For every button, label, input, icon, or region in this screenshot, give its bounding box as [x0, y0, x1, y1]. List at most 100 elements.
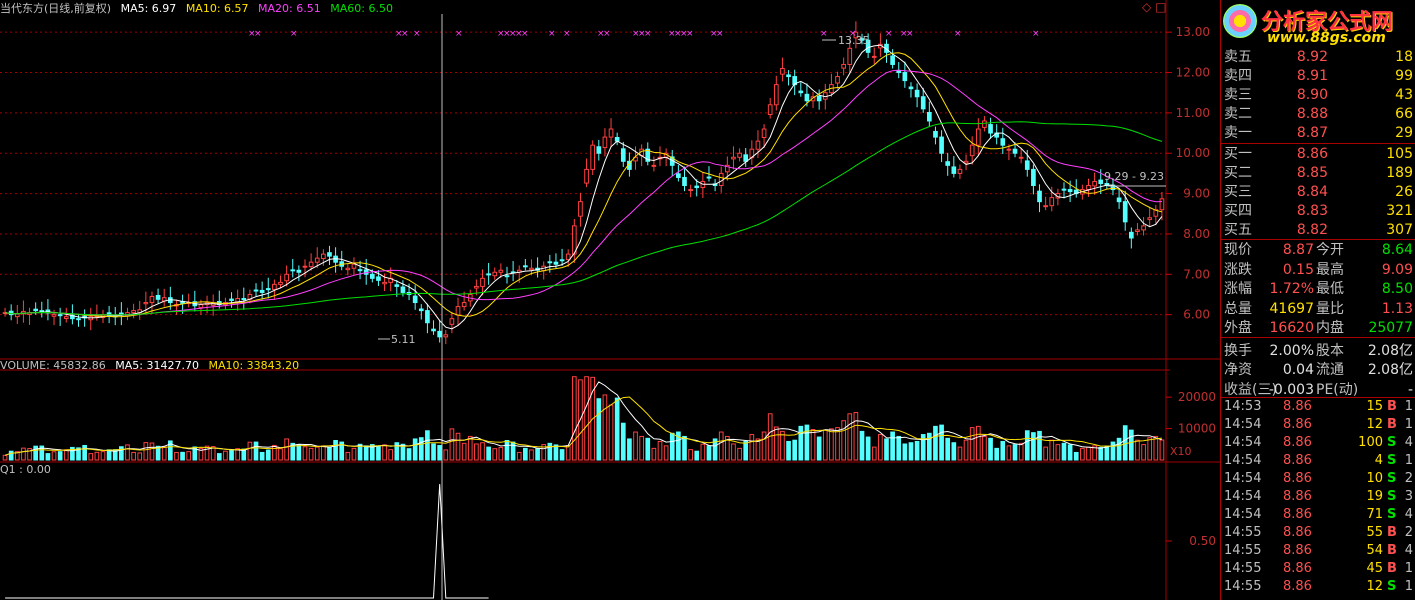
candle-body: [425, 310, 430, 324]
tick-count: 1: [1404, 453, 1413, 468]
bid-row[interactable]: 买一 8.86 105: [1221, 145, 1415, 164]
volume-bar: [645, 437, 651, 461]
tick-time: 14:55: [1224, 525, 1262, 540]
bid-row[interactable]: 买二 8.85 189: [1221, 164, 1415, 183]
main-legend: 当代东方(日线,前复权) MA5: 6.97 MA10: 6.57 MA20: …: [0, 0, 399, 16]
chart-canvas[interactable]: 13.00 12.00 11.00 10.00 9.00 8.00 7.00 6.00 × × × ×…: [0, 0, 1220, 600]
candle-body: [33, 308, 39, 312]
tick-row[interactable]: 14:55 8.86 54 B 4: [1221, 542, 1415, 560]
ask-price: 8.90: [1296, 87, 1328, 103]
volume-bar: [914, 440, 920, 461]
tick-count: 3: [1404, 489, 1413, 504]
candle-body: [461, 302, 467, 308]
candle-body: [376, 276, 381, 281]
bid-volume: 189: [1386, 165, 1413, 181]
volume-bar: [1086, 446, 1091, 461]
tick-price: 8.86: [1283, 399, 1312, 414]
ask-price: 8.92: [1296, 49, 1328, 65]
volume-tick-label: 20000: [1178, 390, 1216, 404]
volume-ma10: MA10: 33843.20: [208, 359, 300, 372]
volume-bar: [994, 447, 1000, 461]
candle-body: [914, 89, 920, 98]
tick-row[interactable]: 14:54 8.86 10 S 2: [1221, 470, 1415, 488]
price-tick-label: 11.00: [1176, 106, 1210, 120]
volume-bar: [1116, 437, 1122, 461]
ma10-line: [5, 52, 1163, 318]
volume-bar: [975, 425, 981, 461]
tick-price: 8.86: [1283, 579, 1312, 594]
restore-icon[interactable]: □: [1155, 0, 1166, 14]
tick-row[interactable]: 14:54 8.86 19 S 3: [1221, 488, 1415, 506]
bid-row[interactable]: 买三 8.84 26: [1221, 183, 1415, 202]
volume-bar: [982, 435, 987, 461]
ask-row[interactable]: 卖三 8.90 43: [1221, 86, 1415, 105]
volume-bar: [223, 450, 228, 461]
tick-volume: 4: [1374, 453, 1383, 468]
volume-bar: [1153, 435, 1159, 461]
volume-bar: [1024, 430, 1030, 461]
quote-label: 换手: [1224, 342, 1252, 359]
tick-count: 2: [1404, 471, 1413, 486]
volume-multiplier: X10: [1170, 445, 1192, 458]
candle-body: [155, 294, 161, 300]
bid-row[interactable]: 买四 8.83 321: [1221, 202, 1415, 221]
volume-bar: [119, 446, 124, 461]
ask-row[interactable]: 卖五 8.92 18: [1221, 48, 1415, 67]
volume-bar: [443, 449, 449, 461]
quote-value: 8.50: [1381, 281, 1413, 297]
tick-row[interactable]: 14:55 8.86 45 B 1: [1221, 560, 1415, 578]
tick-row[interactable]: 14:53 8.86 15 B 1: [1221, 398, 1415, 416]
ma20-line: [5, 69, 1162, 316]
volume-bar: [682, 435, 687, 461]
quote-value: 2.00%: [1269, 342, 1314, 359]
indicator-tick-label: 0.50: [1189, 534, 1216, 548]
divider: [1221, 397, 1415, 398]
ask-label: 卖四: [1224, 68, 1252, 84]
volume-bar: [865, 436, 871, 461]
candle-body: [969, 144, 975, 157]
quote-value: 9.09: [1381, 261, 1413, 278]
candle-body: [743, 154, 749, 162]
candle-body: [1000, 138, 1006, 146]
volume-bar: [1159, 439, 1165, 461]
tick-row[interactable]: 14:54 8.86 12 B 1: [1221, 416, 1415, 434]
candle-body: [1049, 197, 1055, 207]
ask-row[interactable]: 卖一 8.87 29: [1221, 124, 1415, 143]
candle-body: [63, 316, 69, 319]
candle-body: [682, 176, 687, 187]
volume-bar: [180, 451, 185, 461]
volume-bar: [1061, 442, 1067, 461]
volume-bar: [1067, 444, 1073, 461]
tick-row[interactable]: 14:54 8.86 71 S 4: [1221, 506, 1415, 524]
volume-bar: [829, 428, 834, 461]
volume-bar: [321, 445, 326, 461]
volume-bar: [627, 438, 632, 461]
diamond-icon[interactable]: ◇: [1142, 0, 1151, 14]
candle-body: [382, 281, 387, 285]
quote-row: 换手 2.00% 股本 2.08亿: [1221, 342, 1415, 362]
volume-bar: [204, 445, 210, 461]
quote-value: 16620: [1269, 320, 1314, 336]
signal-marker: ×: [885, 29, 893, 39]
volume-bar: [106, 449, 112, 461]
window-control-icons[interactable]: ◇ □: [1142, 0, 1166, 14]
ma5-legend: MA5: 6.97: [120, 2, 177, 15]
bid-row[interactable]: 买五 8.82 307: [1221, 221, 1415, 240]
tick-row[interactable]: 14:54 8.86 4 S 1: [1221, 452, 1415, 470]
volume-bar: [523, 447, 528, 461]
candle-body: [229, 298, 234, 302]
volume-legend: VOLUME: 45832.86 MA5: 31427.70 MA10: 338…: [0, 359, 305, 372]
tick-row[interactable]: 14:55 8.86 12 S 1: [1221, 578, 1415, 596]
quote-label: 今开: [1316, 242, 1344, 258]
ask-row[interactable]: 卖二 8.88 66: [1221, 105, 1415, 124]
volume-bar: [1031, 432, 1036, 461]
candle-body: [584, 168, 589, 184]
tick-row[interactable]: 14:54 8.86 100 S 4: [1221, 434, 1415, 452]
candle-body: [908, 86, 914, 90]
signal-marker: ×: [954, 29, 962, 39]
kline-chart[interactable]: 13.00 12.00 11.00 10.00 9.00 8.00 7.00 6.00 × × × ×…: [0, 0, 1220, 600]
ask-row[interactable]: 卖四 8.91 99: [1221, 67, 1415, 86]
tick-side: B: [1387, 417, 1397, 432]
tick-row[interactable]: 14:55 8.86 55 B 2: [1221, 524, 1415, 542]
volume-bar: [327, 446, 332, 461]
